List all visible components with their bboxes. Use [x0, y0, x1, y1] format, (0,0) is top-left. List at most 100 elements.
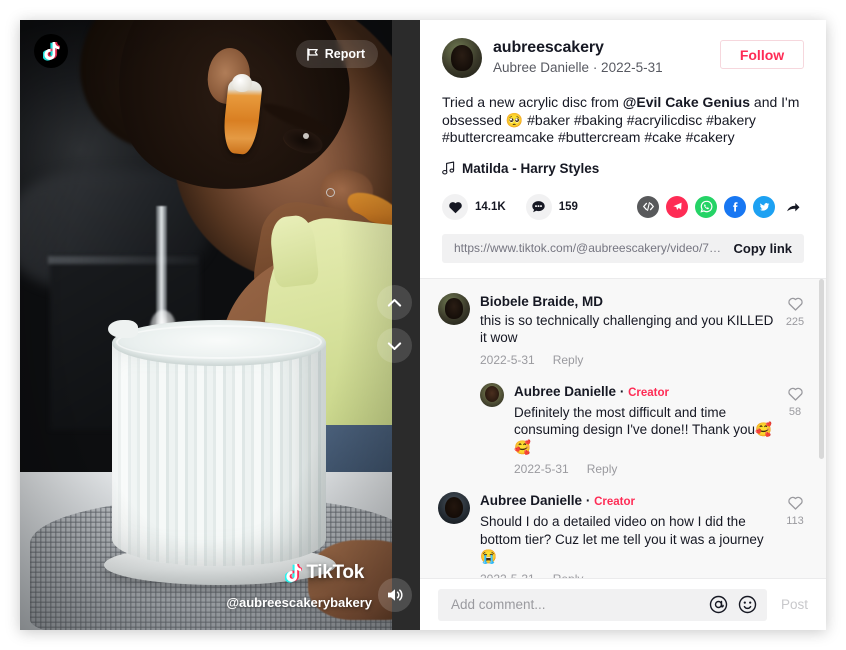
comment-like-button[interactable]: 113 [778, 492, 812, 578]
subject-eye-highlight [303, 133, 309, 139]
next-video-button[interactable] [377, 328, 412, 363]
description-mention[interactable]: @Evil Cake Genius [623, 94, 750, 110]
music-note-icon [442, 161, 455, 175]
post-comment-button[interactable]: Post [781, 597, 808, 612]
video-info-pane: aubreescakery Aubree Danielle · 2022-5-3… [420, 20, 826, 630]
creator-badge: Creator [594, 496, 635, 509]
heart-outline-icon [787, 387, 803, 401]
comments-scrollbar-track[interactable] [819, 278, 825, 578]
comment-button[interactable]: 159 [525, 193, 578, 220]
emoji-smiley-icon[interactable] [738, 595, 757, 614]
music-row[interactable]: Matilda - Harry Styles [420, 147, 826, 176]
heart-filled-icon [448, 201, 462, 213]
scene-appliance-edge [48, 256, 198, 264]
commenter-avatar[interactable] [438, 292, 470, 325]
share-icons [637, 195, 804, 218]
comments-list[interactable]: Biobele Braide, MD this is so technicall… [420, 278, 826, 578]
watermark-label: TikTok [306, 562, 364, 583]
heart-outline-icon [787, 497, 803, 511]
comment-like-count: 225 [785, 315, 805, 328]
comment-bubble-icon [532, 200, 545, 212]
comment-author[interactable]: Aubree Danielle · Creator [480, 492, 778, 511]
chevron-up-icon [387, 298, 402, 307]
tiktok-logo [34, 34, 68, 68]
comment-body: Biobele Braide, MD this is so technicall… [480, 293, 778, 367]
twitter-icon[interactable] [753, 195, 775, 218]
description-pre: Tried a new acrylic disc from [442, 94, 623, 110]
facebook-icon[interactable] [724, 195, 746, 218]
comment-meta: 2022-5-31 Reply [480, 572, 778, 578]
author-row: aubreescakery Aubree Danielle · 2022-5-3… [442, 38, 804, 78]
music-label: Matilda - Harry Styles [462, 160, 600, 176]
like-count: 14.1K [475, 200, 506, 213]
previous-video-button[interactable] [377, 285, 412, 320]
volume-on-icon [388, 589, 403, 601]
post-description: Tried a new acrylic disc from @Evil Cake… [420, 78, 826, 147]
comment-date: 2022-5-31 [514, 462, 569, 477]
video-url-text[interactable]: https://www.tiktok.com/@aubreescakery/vi… [454, 241, 725, 255]
video-frame[interactable] [20, 20, 392, 630]
comment-date: 2022-5-31 [480, 572, 535, 578]
report-label: Report [324, 47, 365, 61]
tiktok-watermark: TikTok [285, 562, 364, 584]
volume-button[interactable] [378, 578, 412, 612]
telegram-icon[interactable] [666, 195, 688, 218]
author-handle[interactable]: aubreescakery [493, 38, 710, 57]
video-nav-arrows [377, 285, 412, 363]
video-player-pane[interactable]: Report TikTok @aubreescakerybakery [20, 20, 420, 630]
at-mention-icon[interactable] [709, 595, 728, 614]
commenter-avatar[interactable] [438, 492, 470, 525]
subject-earring-bead [232, 74, 252, 92]
comment-meta: 2022-5-31 Reply [514, 462, 778, 476]
comment-like-count: 58 [788, 405, 802, 418]
tiktok-video-modal: Report TikTok @aubreescakerybakery aubre… [20, 20, 826, 630]
subject-nose-ring [326, 188, 335, 197]
like-button[interactable]: 14.1K [442, 193, 506, 220]
comment-text: Should I do a detailed video on how I di… [480, 514, 764, 565]
cake-body [112, 338, 326, 566]
flag-icon [306, 47, 318, 61]
comment-text: Definitely the most difficult and time c… [514, 404, 772, 455]
like-icon-wrap [442, 193, 468, 220]
comment-item: Biobele Braide, MD this is so technicall… [438, 292, 812, 367]
author-name-and-date: Aubree Danielle · 2022-5-31 [493, 60, 663, 75]
comment-date: 2022-5-31 [480, 352, 535, 367]
comment-reply-button[interactable]: Reply [553, 353, 584, 367]
whatsapp-icon[interactable] [695, 195, 717, 218]
watermark-handle: @aubreescakerybakery [226, 595, 372, 610]
heart-outline-icon [787, 297, 803, 311]
commenter-avatar[interactable] [480, 382, 504, 407]
share-arrow-icon[interactable] [782, 196, 804, 218]
actions-row: 14.1K 159 [420, 176, 826, 220]
tiktok-note-icon [285, 563, 303, 583]
comment-input-wrap[interactable] [438, 588, 767, 621]
creator-badge: Creator [628, 386, 669, 399]
comment-reply-button[interactable]: Reply [553, 572, 584, 578]
comment-badge-sep: · [619, 383, 629, 399]
comment-meta: 2022-5-31 Reply [480, 353, 778, 367]
comment-reply-button[interactable]: Reply [587, 462, 618, 476]
cake-top-rim [116, 325, 322, 359]
embed-icon[interactable] [637, 195, 659, 218]
comment-like-button[interactable]: 225 [778, 293, 812, 367]
comment-icon-wrap [525, 193, 552, 220]
author-names: aubreescakery Aubree Danielle · 2022-5-3… [493, 38, 710, 77]
cake-frosting-nub [108, 320, 138, 338]
comment-author[interactable]: Biobele Braide, MD [480, 293, 778, 310]
comments-scrollbar-thumb[interactable] [819, 278, 824, 459]
comment-text: this is so technically challenging and y… [480, 312, 774, 346]
author-block: aubreescakery Aubree Danielle · 2022-5-3… [420, 20, 826, 78]
comment-author[interactable]: Aubree Danielle · Creator [514, 383, 778, 402]
screenshot-root: Report TikTok @aubreescakerybakery aubre… [0, 0, 846, 650]
comment-input[interactable] [451, 597, 699, 612]
comment-like-button[interactable]: 58 [778, 383, 812, 477]
follow-button[interactable]: Follow [720, 40, 804, 69]
copy-link-button[interactable]: Copy link [733, 241, 792, 256]
comment-body: Aubree Danielle · Creator Should I do a … [480, 492, 778, 578]
comment-item: Aubree Danielle · Creator Should I do a … [438, 492, 812, 578]
author-avatar[interactable] [442, 38, 482, 78]
comment-author-name: Aubree Danielle [514, 383, 617, 399]
comment-author-name: Aubree Danielle [480, 493, 583, 509]
report-button[interactable]: Report [295, 40, 378, 68]
comment-like-count: 113 [786, 515, 804, 528]
